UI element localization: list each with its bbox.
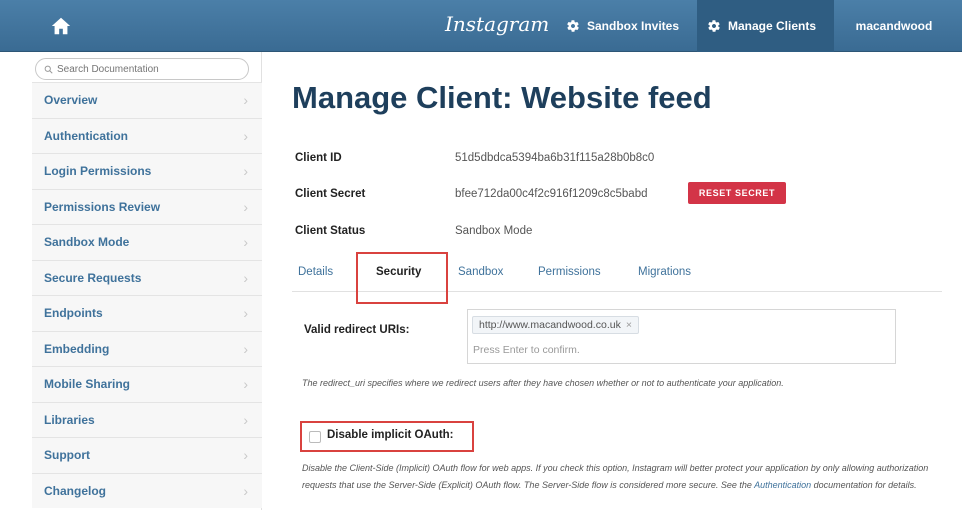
chevron-right-icon: › xyxy=(243,340,248,357)
sidebar-nav-list: Overview › Authentication › Login Permissi… xyxy=(32,82,262,508)
sidebar-item-sandbox-mode[interactable]: Sandbox Mode › xyxy=(32,224,262,260)
docs-sidebar: Overview › Authentication › Login Permissi… xyxy=(32,52,262,510)
chevron-right-icon: › xyxy=(243,234,248,251)
client-secret-value: bfee712da00c4f2c916f1209c8c5babd xyxy=(455,188,648,200)
client-status-value: Sandbox Mode xyxy=(455,225,533,237)
sidebar-item-label: Overview xyxy=(44,93,98,108)
nav-user-account[interactable]: macandwood xyxy=(838,0,950,52)
sidebar-item-libraries[interactable]: Libraries › xyxy=(32,401,262,437)
redirect-uri-tag: http://www.macandwood.co.uk × xyxy=(472,316,639,334)
sidebar-item-label: Secure Requests xyxy=(44,270,142,285)
sidebar-item-overview[interactable]: Overview › xyxy=(32,82,262,118)
sidebar-item-label: Libraries xyxy=(44,412,95,427)
authentication-docs-link[interactable]: Authentication xyxy=(754,480,811,490)
sidebar-item-embedding[interactable]: Embedding › xyxy=(32,330,262,366)
nav-label: macandwood xyxy=(855,19,933,33)
sidebar-item-label: Sandbox Mode xyxy=(44,235,130,250)
chevron-right-icon: › xyxy=(243,482,248,499)
gear-icon xyxy=(708,20,720,32)
sidebar-item-authentication[interactable]: Authentication › xyxy=(32,117,262,153)
main-content: Manage Client: Website feed Client ID 51… xyxy=(292,52,942,510)
redirect-uris-label: Valid redirect URIs: xyxy=(304,324,410,336)
disable-implicit-oauth-label[interactable]: Disable implicit OAuth: xyxy=(327,429,454,441)
chevron-right-icon: › xyxy=(243,127,248,144)
implicit-oauth-description: Disable the Client-Side (Implicit) OAuth… xyxy=(302,460,932,494)
tab-sandbox[interactable]: Sandbox xyxy=(458,252,503,292)
tab-security[interactable]: Security xyxy=(376,252,421,292)
client-tabs: Details Security Sandbox Permissions Mig… xyxy=(292,252,942,292)
redirect-uri-value: http://www.macandwood.co.uk xyxy=(479,319,621,331)
tab-migrations[interactable]: Migrations xyxy=(638,252,691,292)
tab-details[interactable]: Details xyxy=(298,252,333,292)
sidebar-item-label: Changelog xyxy=(44,483,106,498)
redirect-uris-field[interactable]: http://www.macandwood.co.uk × Press Ente… xyxy=(467,309,896,364)
sidebar-item-label: Login Permissions xyxy=(44,164,152,179)
nav-manage-clients[interactable]: Manage Clients xyxy=(697,0,834,52)
chevron-right-icon: › xyxy=(243,447,248,464)
chevron-right-icon: › xyxy=(243,269,248,286)
tab-permissions[interactable]: Permissions xyxy=(538,252,601,292)
sidebar-item-secure-requests[interactable]: Secure Requests › xyxy=(32,259,262,295)
chevron-right-icon: › xyxy=(243,376,248,393)
client-status-label: Client Status xyxy=(295,225,366,237)
disable-implicit-oauth-checkbox[interactable] xyxy=(309,431,321,443)
chevron-right-icon: › xyxy=(243,198,248,215)
sidebar-item-label: Mobile Sharing xyxy=(44,377,131,392)
brand-logo[interactable]: Instagram xyxy=(445,12,549,36)
nav-label: Sandbox Invites xyxy=(587,19,680,33)
search-icon xyxy=(44,65,53,74)
sidebar-item-permissions-review[interactable]: Permissions Review › xyxy=(32,188,262,224)
sidebar-item-support[interactable]: Support › xyxy=(32,437,262,473)
client-id-label: Client ID xyxy=(295,152,342,164)
remove-uri-icon[interactable]: × xyxy=(626,319,632,331)
search-input[interactable] xyxy=(57,63,237,75)
sidebar-item-label: Support xyxy=(44,448,90,463)
sidebar-item-label: Permissions Review xyxy=(44,199,161,214)
implicit-description-text-end: documentation for details. xyxy=(811,480,917,490)
sidebar-item-label: Endpoints xyxy=(44,306,103,321)
sidebar-item-label: Embedding xyxy=(44,341,110,356)
nav-label: Manage Clients xyxy=(728,19,817,33)
client-id-value: 51d5dbdca5394ba6b31f115a28b0b8c0 xyxy=(455,152,655,164)
home-icon[interactable] xyxy=(50,15,72,37)
nav-sandbox-invites[interactable]: Sandbox Invites xyxy=(556,0,693,52)
redirect-uri-hint: Press Enter to confirm. xyxy=(473,344,580,356)
chevron-right-icon: › xyxy=(243,305,248,322)
reset-secret-button[interactable]: RESET SECRET xyxy=(688,182,786,204)
top-nav-bar: Instagram Sandbox Invites Manage Clients… xyxy=(0,0,962,52)
search-box[interactable] xyxy=(35,58,249,80)
sidebar-item-changelog[interactable]: Changelog › xyxy=(32,472,262,508)
sidebar-item-endpoints[interactable]: Endpoints › xyxy=(32,295,262,331)
gear-icon xyxy=(567,20,579,32)
redirect-uri-description: The redirect_uri specifies where we redi… xyxy=(302,378,784,388)
page-title: Manage Client: Website feed xyxy=(292,80,712,115)
sidebar-item-label: Authentication xyxy=(44,128,128,143)
sidebar-item-mobile-sharing[interactable]: Mobile Sharing › xyxy=(32,366,262,402)
chevron-right-icon: › xyxy=(243,163,248,180)
client-secret-label: Client Secret xyxy=(295,188,366,200)
chevron-right-icon: › xyxy=(243,92,248,109)
chevron-right-icon: › xyxy=(243,411,248,428)
sidebar-item-login-permissions[interactable]: Login Permissions › xyxy=(32,153,262,189)
